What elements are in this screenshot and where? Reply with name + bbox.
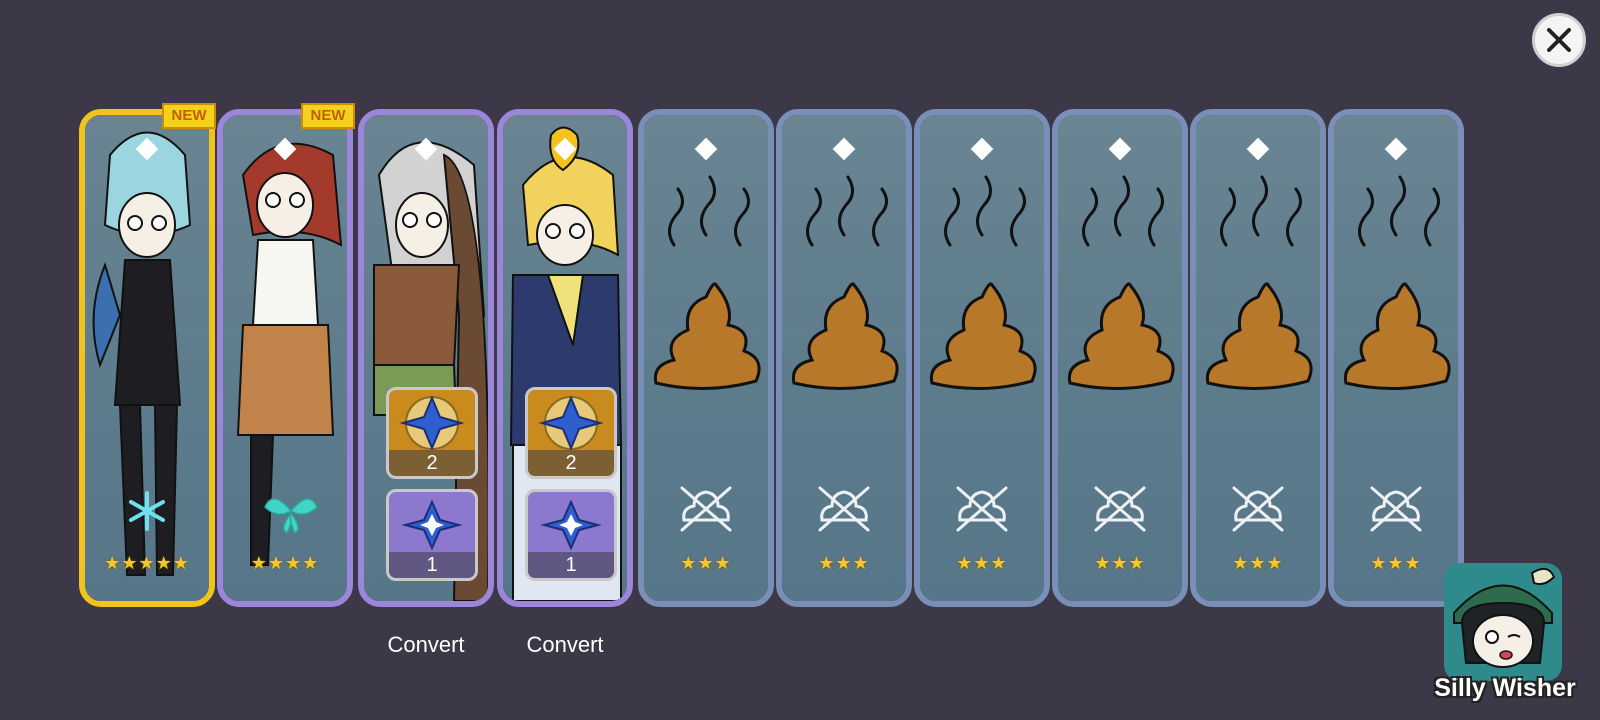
result-card-5[interactable]: ★★★: [638, 109, 774, 607]
gold-star-token-icon: [538, 395, 604, 451]
item-gold-star-token: 2: [386, 387, 478, 479]
new-badge: NEW: [301, 103, 355, 129]
rarity-stars: ★★★: [1232, 553, 1284, 573]
rarity-stars: ★★★: [956, 553, 1008, 573]
poop-item-icon: [653, 175, 761, 532]
result-card-9[interactable]: ★★★: [1190, 109, 1326, 607]
new-badge: NEW: [162, 103, 216, 129]
player-avatar[interactable]: [1444, 563, 1562, 681]
item-count: 1: [389, 552, 475, 578]
item-purple-star-token: 1: [386, 489, 478, 581]
item-count: 2: [389, 450, 475, 476]
result-card-1[interactable]: ★★★★★: [79, 109, 215, 607]
rarity-stars: ★★★: [818, 553, 870, 573]
result-card-6[interactable]: ★★★: [776, 109, 912, 607]
rarity-stars: ★★★: [680, 553, 732, 573]
purple-star-token-icon: [401, 499, 463, 551]
poop-item-icon: [791, 175, 899, 532]
result-card-3[interactable]: 2 1: [358, 109, 494, 607]
result-card-2[interactable]: ★★★★: [217, 109, 353, 607]
player-name: Silly Wisher: [1434, 674, 1576, 702]
character-portrait: [92, 131, 192, 576]
character-portrait: [236, 142, 343, 566]
convert-button[interactable]: Convert: [358, 632, 494, 658]
rarity-stars: ★★★: [1094, 553, 1146, 573]
purple-star-token-icon: [540, 499, 602, 551]
rarity-stars: ★★★★: [250, 553, 320, 573]
result-card-4[interactable]: 2 1: [497, 109, 633, 607]
item-count: 2: [528, 450, 614, 476]
gold-star-token-icon: [399, 395, 465, 451]
poop-item-icon: [1205, 175, 1313, 532]
result-card-7[interactable]: ★★★: [914, 109, 1050, 607]
result-card-8[interactable]: ★★★: [1052, 109, 1188, 607]
item-gold-star-token: 2: [525, 387, 617, 479]
poop-item-icon: [1343, 175, 1451, 532]
item-count: 1: [528, 552, 614, 578]
close-icon: [1547, 28, 1571, 52]
rarity-stars: ★★★: [1370, 553, 1422, 573]
item-purple-star-token: 1: [525, 489, 617, 581]
avatar-portrait: [1453, 567, 1556, 668]
convert-button[interactable]: Convert: [497, 632, 633, 658]
rarity-stars: ★★★★★: [104, 553, 190, 573]
result-card-10[interactable]: ★★★: [1328, 109, 1464, 607]
poop-item-icon: [1067, 175, 1175, 532]
poop-item-icon: [929, 175, 1037, 532]
close-button[interactable]: [1532, 13, 1586, 67]
